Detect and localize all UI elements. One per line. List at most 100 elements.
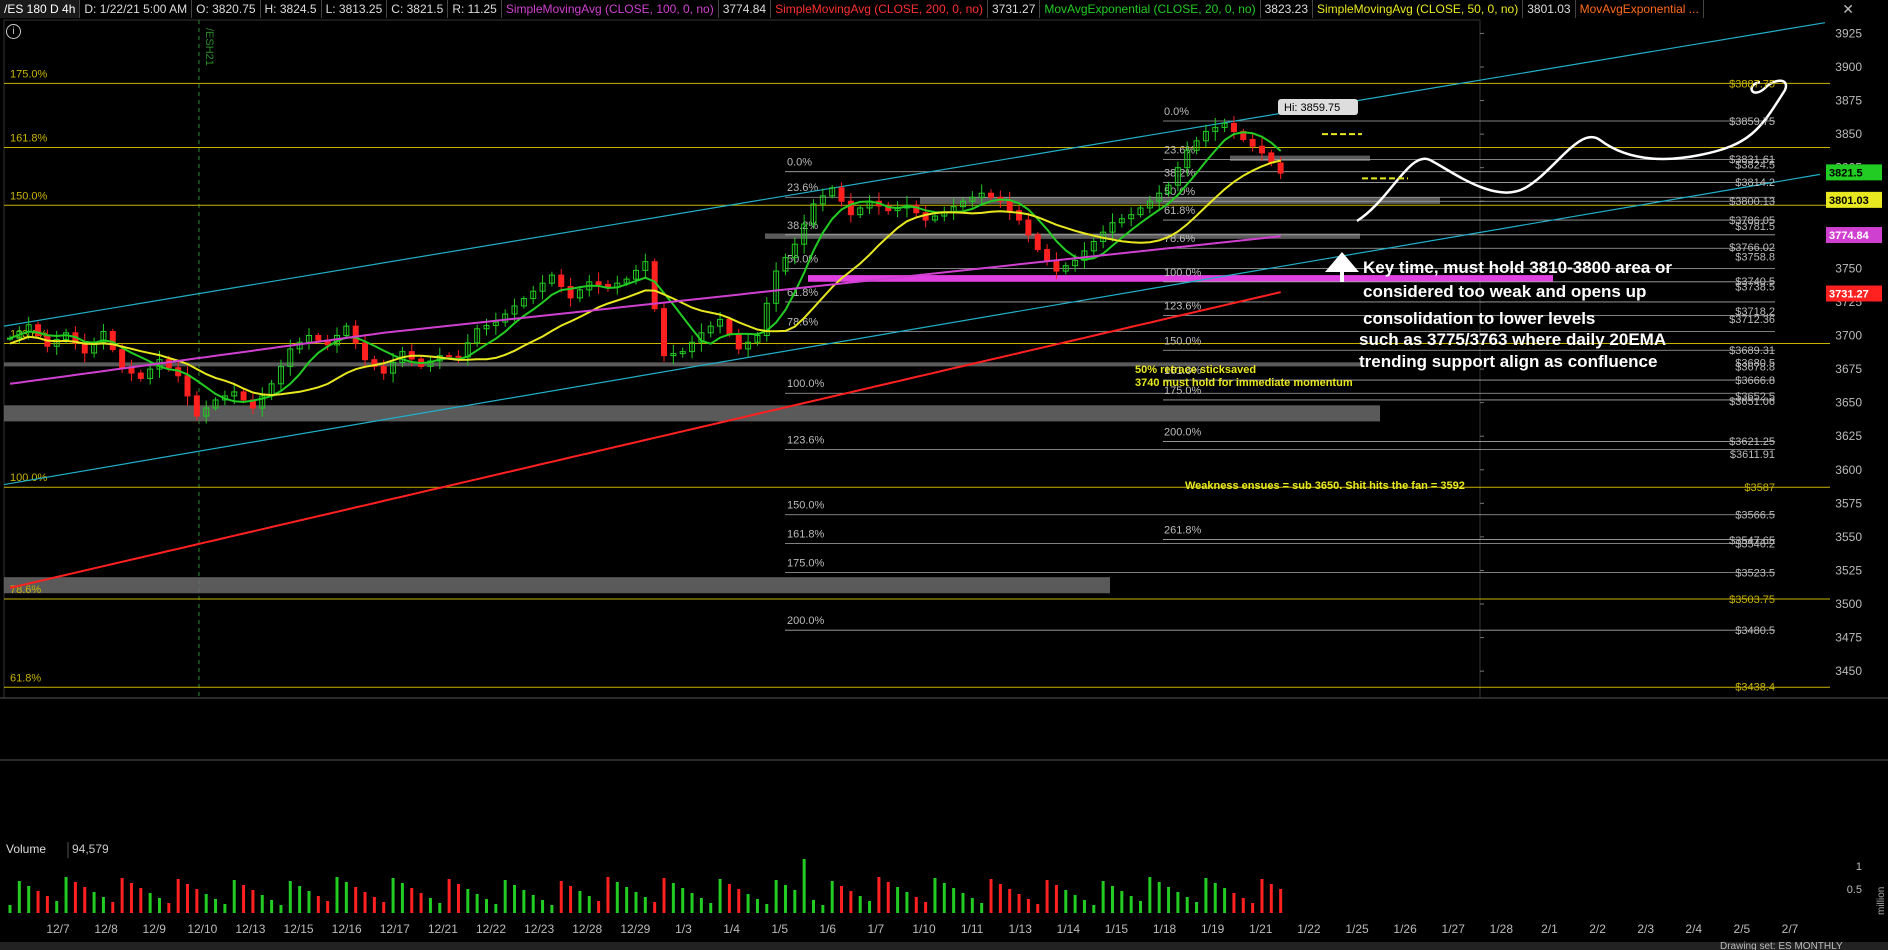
study-0-label[interactable]: SimpleMovingAvg (CLOSE, 100, 0, no) <box>502 0 719 18</box>
x-tick-label: 12/21 <box>428 922 458 936</box>
x-tick-label: 1/22 <box>1297 922 1321 936</box>
volume-bar <box>877 877 881 913</box>
study-3-label[interactable]: SimpleMovingAvg (CLOSE, 50, 0, no) <box>1313 0 1524 18</box>
volume-bar <box>8 905 12 913</box>
price-tag-label: 3801.03 <box>1829 195 1869 207</box>
study-3-value: 3801.03 <box>1523 0 1576 18</box>
volume-bar <box>755 899 759 913</box>
volume-bar <box>232 880 236 913</box>
volume-bar <box>270 900 274 913</box>
symbol-label[interactable]: /ES 180 D 4h <box>0 0 81 18</box>
study-2-label[interactable]: MovAvgExponential (CLOSE, 20, 0, no) <box>1040 0 1261 18</box>
fib-long-label: 161.8% <box>10 133 48 145</box>
candle-body <box>1034 234 1041 251</box>
x-tick-label: 12/16 <box>332 922 362 936</box>
right-price-label: $3859.75 <box>1729 116 1775 128</box>
y-tick-label: 3600 <box>1835 463 1862 477</box>
volume-bar <box>251 890 255 913</box>
y-tick-label: 3925 <box>1835 26 1862 40</box>
volume-bar <box>671 883 675 913</box>
volume-bar <box>1251 903 1255 913</box>
volume-bar <box>428 898 432 913</box>
candle-body <box>661 308 668 357</box>
note-yellow-1: 3740 must hold for immediate momentum <box>1135 377 1353 389</box>
volume-bar <box>1008 889 1012 913</box>
fib-mid-label: 150.0% <box>787 500 825 512</box>
volume-bar <box>242 885 246 913</box>
x-tick-label: 12/13 <box>235 922 265 936</box>
x-tick-label: 1/26 <box>1393 922 1417 936</box>
volume-bar <box>1213 883 1217 913</box>
x-tick-label: 12/17 <box>380 922 410 936</box>
x-tick-label: 1/19 <box>1201 922 1225 936</box>
volume-bar <box>1073 895 1077 913</box>
right-price-label: $3781.5 <box>1735 221 1775 233</box>
volume-bar <box>326 901 330 913</box>
fib-mid-label: 200.0% <box>787 615 825 627</box>
y-tick-label: 3625 <box>1835 429 1862 443</box>
volume-bar <box>1269 884 1273 913</box>
fib-mid-label: 161.8% <box>787 529 825 541</box>
volume-bar <box>849 891 853 913</box>
right-price-label: $3712.36 <box>1729 314 1775 326</box>
volume-bar <box>148 893 152 913</box>
x-tick-label: 12/10 <box>187 922 217 936</box>
chart-header: /ES 180 D 4h D: 1/22/21 5:00 AM O: 3820.… <box>0 0 1830 18</box>
x-tick-label: 12/28 <box>572 922 602 936</box>
candle-body <box>595 281 602 285</box>
volume-bar <box>970 898 974 913</box>
support-zone <box>4 405 1380 422</box>
note-white-0: Key time, must hold 3810-3800 area or <box>1363 258 1672 277</box>
close-icon[interactable]: ✕ <box>1842 1 1854 18</box>
x-tick-label: 1/5 <box>771 922 788 936</box>
candle-body <box>455 355 462 358</box>
right-price-label: $3611.91 <box>1730 449 1775 461</box>
info-icon[interactable]: i <box>6 24 21 39</box>
candle-body <box>1044 249 1051 261</box>
volume-bar <box>886 882 890 913</box>
right-price-label: $3480.5 <box>1735 625 1775 637</box>
y-tick-label: 3850 <box>1835 127 1862 141</box>
volume-bar <box>774 880 778 913</box>
volume-bar <box>924 902 928 913</box>
volume-bar <box>92 892 96 913</box>
volume-bar <box>942 883 946 913</box>
volume-bar <box>914 897 918 913</box>
candle-body <box>988 192 995 198</box>
study-1-label[interactable]: SimpleMovingAvg (CLOSE, 200, 0, no) <box>771 0 988 18</box>
volume-bar <box>363 892 367 913</box>
fib-long-label: 61.8% <box>10 672 41 684</box>
candle-body <box>1006 200 1013 212</box>
right-price-label: $3523.5 <box>1735 567 1775 579</box>
volume-bar <box>157 898 161 913</box>
study-4-label[interactable]: MovAvgExponential ... <box>1576 0 1704 18</box>
volume-bar <box>400 883 404 913</box>
price-chart[interactable]: /ESH21 3450 3475 3500 3525 3550 3575 3600 3625 36… <box>0 0 1888 950</box>
volume-bar <box>64 877 68 913</box>
volume-bar <box>419 893 423 913</box>
volume-bar <box>812 900 816 913</box>
range-readout: R: 11.25 <box>448 0 502 18</box>
volume-bar <box>1036 904 1040 913</box>
y-tick-label: 3900 <box>1835 60 1862 74</box>
volume-bars <box>8 859 1283 913</box>
x-tick-label: 1/3 <box>675 922 692 936</box>
volume-bar <box>727 884 731 913</box>
volume-bar <box>494 904 498 913</box>
x-tick-label: 1/18 <box>1153 922 1177 936</box>
price-tag-label: 3774.84 <box>1829 230 1870 242</box>
volume-bar <box>36 891 40 913</box>
price-tag-label: 3821.5 <box>1829 167 1863 179</box>
volume-bar <box>139 888 143 913</box>
volume-bar <box>765 904 769 913</box>
volume-scale-max: 1 <box>1856 861 1862 873</box>
x-tick-label: 2/7 <box>1782 922 1799 936</box>
volume-bar <box>1054 885 1058 913</box>
high-readout: H: 3824.5 <box>261 0 322 18</box>
volume-bar <box>587 896 591 913</box>
x-tick-label: 1/28 <box>1490 922 1514 936</box>
candle-body <box>838 187 845 202</box>
candle-body <box>315 335 322 341</box>
fib-mid-label: 50.0% <box>787 253 818 265</box>
volume-bar <box>1120 891 1124 913</box>
